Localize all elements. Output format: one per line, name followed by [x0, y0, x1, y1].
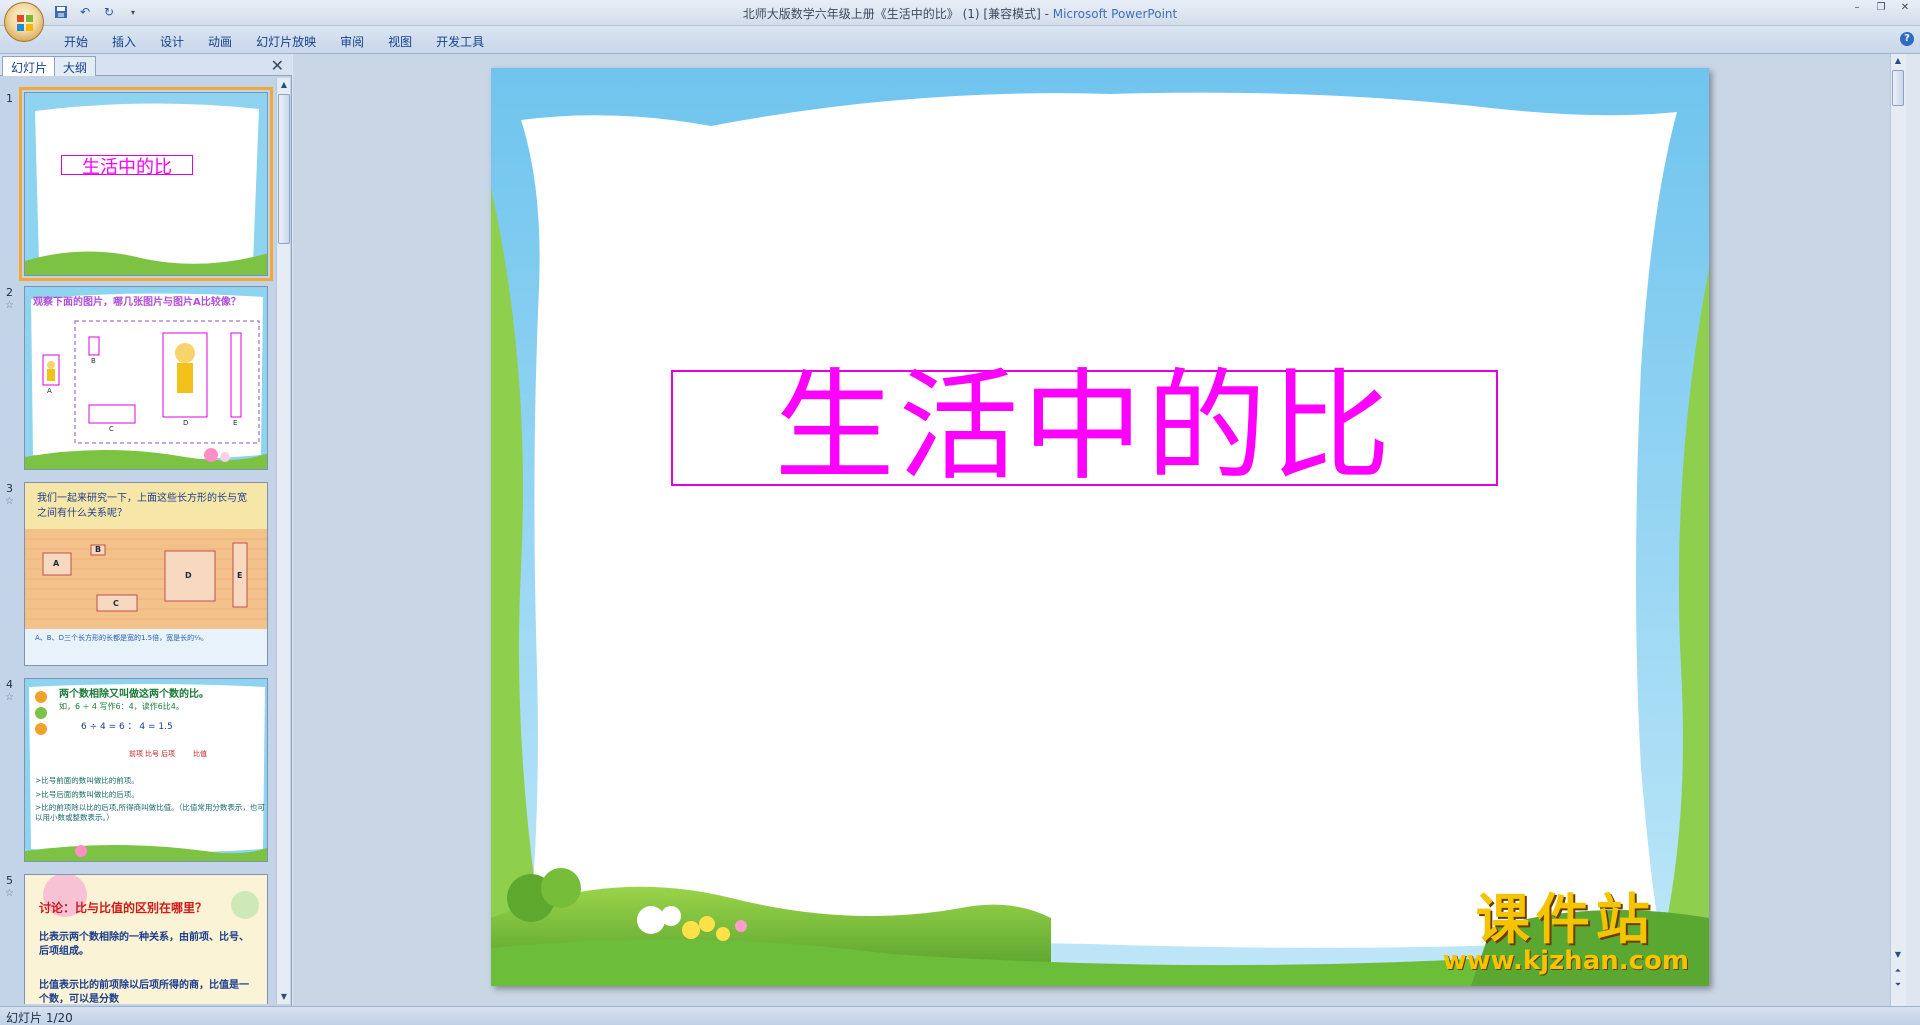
scroll-down-icon[interactable]: ▼ [278, 990, 290, 1004]
next-slide-icon[interactable]: ⏷ [1892, 978, 1904, 992]
tab-review[interactable]: 审阅 [328, 30, 376, 53]
site-watermark: 课件站 www.kjzhan.com [1443, 893, 1689, 976]
slides-pane: 幻灯片 大纲 ✕ 1 生活中的比 2 ☆ 观察下面的图片，哪几张图片与图片A比较… [0, 54, 292, 1006]
watermark-url: www.kjzhan.com [1442, 946, 1689, 977]
tab-slide-show[interactable]: 幻灯片放映 [244, 30, 328, 53]
tab-outline[interactable]: 大纲 [54, 56, 97, 76]
slide-background [491, 68, 1709, 986]
thumbnail-list: 1 生活中的比 2 ☆ 观察下面的图片，哪几张图片与图片A比较像？ A B C … [0, 78, 276, 1004]
thumb-heading: 讨论：比与比值的区别在哪里？ [39, 901, 208, 915]
document-title: 北师大版数学六年级上册《生活中的比》 (1) [兼容模式] - [742, 7, 1053, 21]
thumb-heading: 观察下面的图片，哪几张图片与图片A比较像？ [33, 297, 241, 308]
tab-home[interactable]: 开始 [52, 30, 100, 53]
status-bar: 幻灯片 1/20 [0, 1006, 1920, 1025]
office-button[interactable] [4, 2, 44, 42]
watermark-text: 课件站 [1475, 888, 1656, 952]
animation-star-icon: ☆ [5, 496, 14, 507]
help-icon[interactable]: ? [1900, 32, 1914, 46]
slide-number: 5 [6, 874, 13, 887]
scroll-down-icon[interactable]: ▼ [1892, 948, 1904, 962]
title-bar: ↶ ↻ ▾ 北师大版数学六年级上册《生活中的比》 (1) [兼容模式] - Mi… [0, 0, 1920, 42]
ribbon-tabs: 开始 插入 设计 动画 幻灯片放映 审阅 视图 开发工具 [52, 30, 496, 53]
thumb-footer: A、B、D三个长方形的长都是宽的1.5倍，宽是长的⅔。 [35, 634, 208, 642]
slide-title: 生活中的比 [774, 358, 1395, 497]
thumb-line: 比表示两个数相除的一种关系，由前项、比号、后项组成。 [39, 932, 249, 957]
part-label-antecedent: 前项 [129, 750, 143, 758]
slide-thumbnail-1[interactable]: 生活中的比 [19, 87, 273, 281]
animation-star-icon: ☆ [5, 692, 14, 703]
window-controls: – ❐ ✕ [1846, 2, 1916, 16]
slide-scrollbar[interactable]: ▲ ▼ ⏶ ⏷ [1890, 54, 1906, 1006]
app-name: Microsoft PowerPoint [1052, 7, 1178, 21]
pane-tabs: 幻灯片 大纲 ✕ [0, 54, 292, 76]
rect-label-b: B [95, 545, 102, 554]
slide-number: 3 [6, 482, 13, 495]
thumb-heading: 两个数相除又叫做这两个数的比。 [59, 689, 209, 700]
thumb-formula: 6 ÷ 4 = 6 ： 4 = 1.5 [81, 722, 173, 732]
thumb-line: 比值表示比的前项除以后项所得的商，比值是一个数，可以是分数 [39, 980, 249, 1004]
thumbnail-scrollbar[interactable]: ▲ ▼ [276, 78, 290, 1004]
image-label-b: B [91, 357, 96, 365]
tab-insert[interactable]: 插入 [100, 30, 148, 53]
tab-animations[interactable]: 动画 [196, 30, 244, 53]
rule-line: >比号后面的数叫做比的后项。 [35, 790, 139, 799]
part-label-consequent: 后项 [161, 750, 175, 758]
slide-thumbnail-2[interactable]: 观察下面的图片，哪几张图片与图片A比较像？ A B C D E [24, 286, 268, 470]
animation-star-icon: ☆ [5, 300, 14, 311]
thumb-title: 生活中的比 [82, 157, 172, 178]
scroll-thumb[interactable] [1892, 70, 1904, 106]
animation-star-icon: ☆ [5, 888, 14, 899]
tab-view[interactable]: 视图 [376, 30, 424, 53]
thumb-example: 如，6 ÷ 4 写作6：4，读作6比4。 [59, 702, 184, 711]
slide-thumbnail-3[interactable]: 我们一起来研究一下，上面这些长方形的长与宽之间有什么关系呢？ A B C D E… [24, 482, 268, 666]
tab-developer[interactable]: 开发工具 [424, 30, 496, 53]
rect-label-c: C [113, 599, 119, 608]
rule-line: >比号前面的数叫做比的前项。 [35, 776, 139, 785]
image-label-e: E [233, 419, 238, 427]
close-pane-icon[interactable]: ✕ [271, 56, 284, 75]
slide-editor: 生活中的比 课件站 www.kjzhan.com ▲ ▼ ⏶ ⏷ [293, 54, 1906, 1006]
slide-number: 2 [6, 286, 13, 299]
previous-slide-icon[interactable]: ⏶ [1892, 964, 1904, 978]
slide-background [25, 287, 267, 469]
slide-number: 1 [6, 92, 13, 105]
scroll-up-icon[interactable]: ▲ [1892, 54, 1904, 68]
window-title: 北师大版数学六年级上册《生活中的比》 (1) [兼容模式] - Microsof… [0, 5, 1920, 22]
tab-design[interactable]: 设计 [148, 30, 196, 53]
image-label-d: D [183, 419, 189, 427]
image-label-a: A [47, 387, 52, 395]
close-button[interactable]: ✕ [1894, 2, 1916, 16]
part-label-ratio-value: 比值 [193, 750, 207, 758]
rect-label-a: A [53, 559, 60, 568]
slide-number: 4 [6, 678, 13, 691]
slide-thumbnail-4[interactable]: 两个数相除又叫做这两个数的比。 如，6 ÷ 4 写作6：4，读作6比4。 6 ÷… [24, 678, 268, 862]
tab-slides[interactable]: 幻灯片 [2, 56, 57, 76]
title-placeholder[interactable]: 生活中的比 [671, 358, 1498, 497]
scroll-thumb[interactable] [278, 94, 290, 244]
part-label-colon: 比号 [145, 750, 159, 758]
office-logo-icon [17, 15, 33, 31]
image-label-c: C [109, 425, 114, 433]
rect-label-d: D [185, 571, 192, 580]
slide-counter: 幻灯片 1/20 [6, 1011, 73, 1025]
ribbon: 开始 插入 设计 动画 幻灯片放映 审阅 视图 开发工具 ? [0, 26, 1920, 54]
restore-button[interactable]: ❐ [1870, 2, 1892, 16]
rule-line: >比的前项除以比的后项,所得商叫做比值。（比值常用分数表示，也可以用小数或整数表… [35, 803, 265, 823]
current-slide[interactable]: 生活中的比 课件站 www.kjzhan.com [491, 68, 1709, 986]
scroll-up-icon[interactable]: ▲ [278, 78, 290, 92]
slide-thumbnail-5[interactable]: 讨论：比与比值的区别在哪里？ 比表示两个数相除的一种关系，由前项、比号、后项组成… [24, 874, 268, 1004]
minimize-button[interactable]: – [1846, 2, 1868, 16]
slide-background [25, 93, 267, 275]
rect-label-e: E [237, 571, 243, 580]
thumb-heading: 我们一起来研究一下，上面这些长方形的长与宽之间有什么关系呢？ [37, 493, 247, 519]
